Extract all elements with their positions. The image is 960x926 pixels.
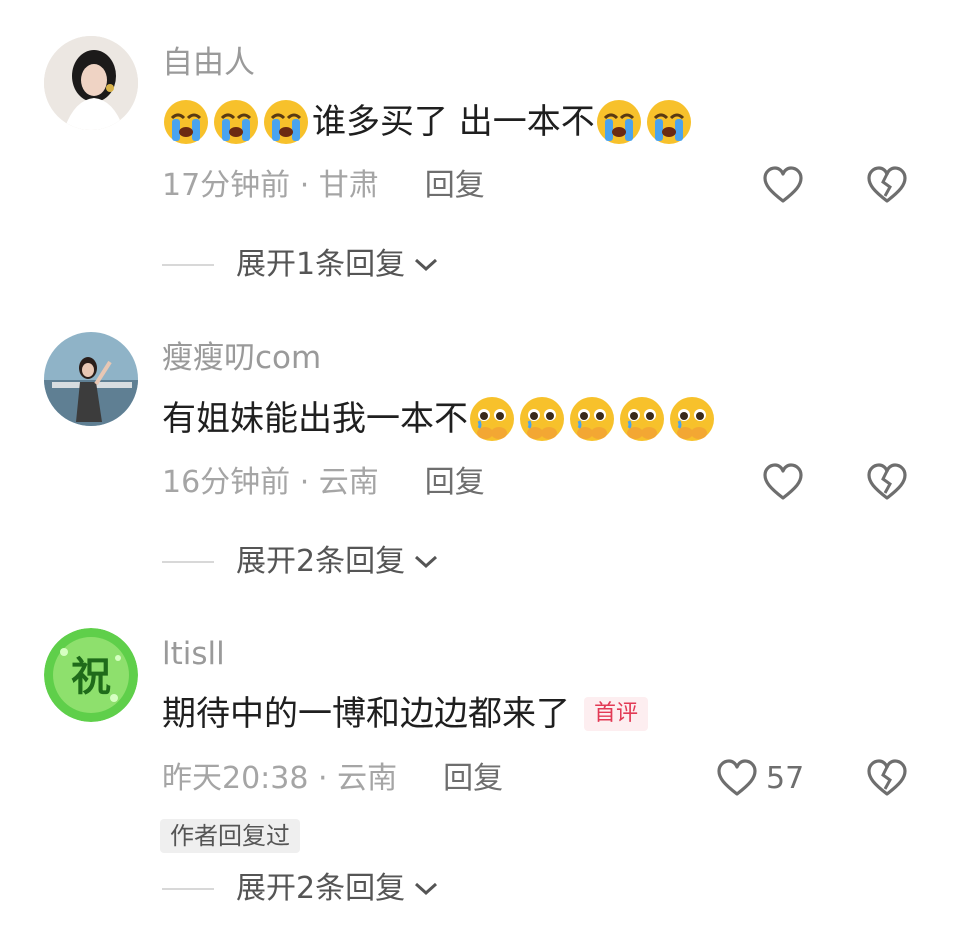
comment-meta: 昨天20:38 · 云南 回复 [162,759,503,799]
comment-text: 期待中的一博和边边都来了 首评 [162,692,649,736]
comment-username[interactable]: ltisll [162,636,225,672]
holding-back-tears-face-icon [670,397,714,441]
heart-icon [717,759,757,796]
reply-button[interactable]: 回复 [425,463,485,503]
like-count: 57 [766,760,805,796]
first-comment-badge: 首评 [584,697,649,731]
dislike-button[interactable] [866,166,908,204]
heart-icon [763,463,803,500]
broken-heart-icon [867,166,907,203]
comment-text: 有姐妹能出我一本不 [162,395,718,443]
reply-button[interactable]: 回复 [425,166,485,206]
chevron-down-icon [415,258,438,272]
expand-replies-label: 展开2条回复 [236,544,406,579]
holding-back-tears-face-icon [620,397,664,441]
expand-replies[interactable]: 展开2条回复 [162,542,439,582]
comment-meta: 16分钟前 · 云南 回复 [162,463,485,503]
chevron-down-icon [415,882,438,896]
avatar[interactable]: 祝 [44,628,138,722]
expand-replies[interactable]: 展开2条回复 [162,869,439,909]
loudly-crying-face-icon [596,100,641,144]
loudly-crying-face-icon [214,100,258,144]
comment-meta: 17分钟前 · 甘肃 回复 [162,166,485,206]
comment-text-body: 谁多买了 出一本不 [312,102,595,142]
heart-icon [763,166,803,203]
expand-replies[interactable]: 展开1条回复 [162,245,439,285]
dislike-button[interactable] [866,463,908,501]
comment-text: 谁多买了 出一本不 [162,98,695,146]
holding-back-tears-face-icon [570,397,614,441]
dislike-button[interactable] [866,759,908,797]
loudly-crying-face-icon [264,100,308,144]
comment-username[interactable]: 自由人 [162,45,255,81]
avatar-glyph: 祝 [71,654,111,700]
broken-heart-icon [867,759,907,796]
divider-line [162,561,214,563]
holding-back-tears-face-icon [470,397,514,441]
comment-time-location: 17分钟前 · 甘肃 [162,168,379,203]
avatar[interactable] [44,36,138,130]
comment-text-body: 期待中的一博和边边都来了 [162,694,570,734]
expand-replies-label: 展开1条回复 [236,247,406,282]
avatar[interactable] [44,332,138,426]
holding-back-tears-face-icon [520,397,564,441]
divider-line [162,264,214,266]
like-button[interactable] [762,463,804,501]
broken-heart-icon [867,463,907,500]
like-button[interactable] [762,166,804,204]
reply-button[interactable]: 回复 [443,759,503,799]
divider-line [162,888,214,890]
comment-time-location: 16分钟前 · 云南 [162,465,379,500]
comment-username[interactable]: 瘦瘦叨com [162,340,321,376]
chevron-down-icon [415,555,438,569]
loudly-crying-face-icon [646,100,691,144]
author-replied-badge: 作者回复过 [160,819,300,853]
expand-replies-label: 展开2条回复 [236,871,406,906]
comment-time-location: 昨天20:38 · 云南 [162,761,398,796]
comment-text-body: 有姐妹能出我一本不 [162,399,468,439]
loudly-crying-face-icon [164,100,208,144]
like-button[interactable]: 57 [716,759,804,797]
